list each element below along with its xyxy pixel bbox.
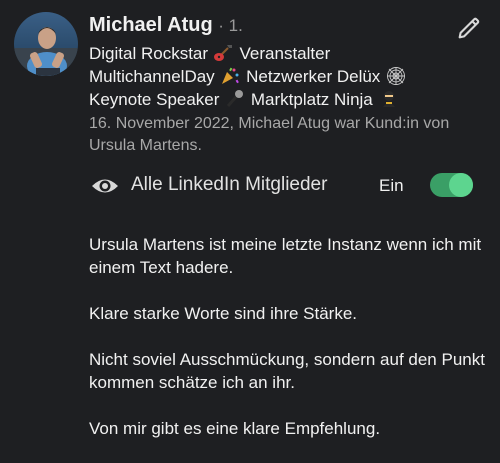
confetti-emoji-icon bbox=[222, 67, 240, 84]
eye-icon bbox=[92, 179, 118, 193]
recommendation-meta: 16. November 2022, Michael Atug war Kund… bbox=[89, 115, 450, 154]
headline-line-3: Keynote Speaker Marktplatz Ninja bbox=[89, 88, 479, 111]
message-paragraph: Nicht soviel Ausschmückung, sondern auf … bbox=[89, 350, 485, 392]
microphone-emoji-icon bbox=[227, 90, 244, 107]
spiderweb-emoji-icon bbox=[387, 67, 406, 85]
author-headline: Digital Rockstar Veranstalter Multichann… bbox=[89, 42, 479, 111]
headline-line-2: MultichannelDay Netzwerker Delüx bbox=[89, 65, 479, 88]
recommendation-text: Ursula Martens ist meine letzte Instanz … bbox=[89, 233, 489, 463]
toggle-knob bbox=[449, 173, 473, 197]
ninja-emoji-icon bbox=[382, 91, 395, 107]
visibility-label: Alle LinkedIn Mitglieder bbox=[131, 174, 328, 195]
visibility-toggle[interactable] bbox=[430, 173, 473, 197]
visibility-row: Alle LinkedIn Mitglieder Ein bbox=[90, 170, 480, 202]
connection-degree: · 1. bbox=[218, 16, 243, 35]
avatar-photo bbox=[14, 12, 78, 76]
author-name-row: Michael Atug · 1. bbox=[89, 14, 243, 37]
message-paragraph: Ursula Martens ist meine letzte Instanz … bbox=[89, 235, 482, 277]
author-name[interactable]: Michael Atug bbox=[89, 14, 213, 36]
guitar-emoji-icon bbox=[213, 45, 232, 61]
edit-pencil-icon[interactable] bbox=[455, 14, 483, 42]
toggle-state-label: Ein bbox=[379, 176, 404, 195]
message-paragraph: Von mir gibt es eine klare Empfehlung. bbox=[89, 419, 381, 438]
headline-line-1: Digital Rockstar Veranstalter bbox=[89, 44, 331, 63]
message-paragraph: Klare starke Worte sind ihre Stärke. bbox=[89, 304, 358, 323]
author-avatar[interactable] bbox=[14, 12, 78, 76]
